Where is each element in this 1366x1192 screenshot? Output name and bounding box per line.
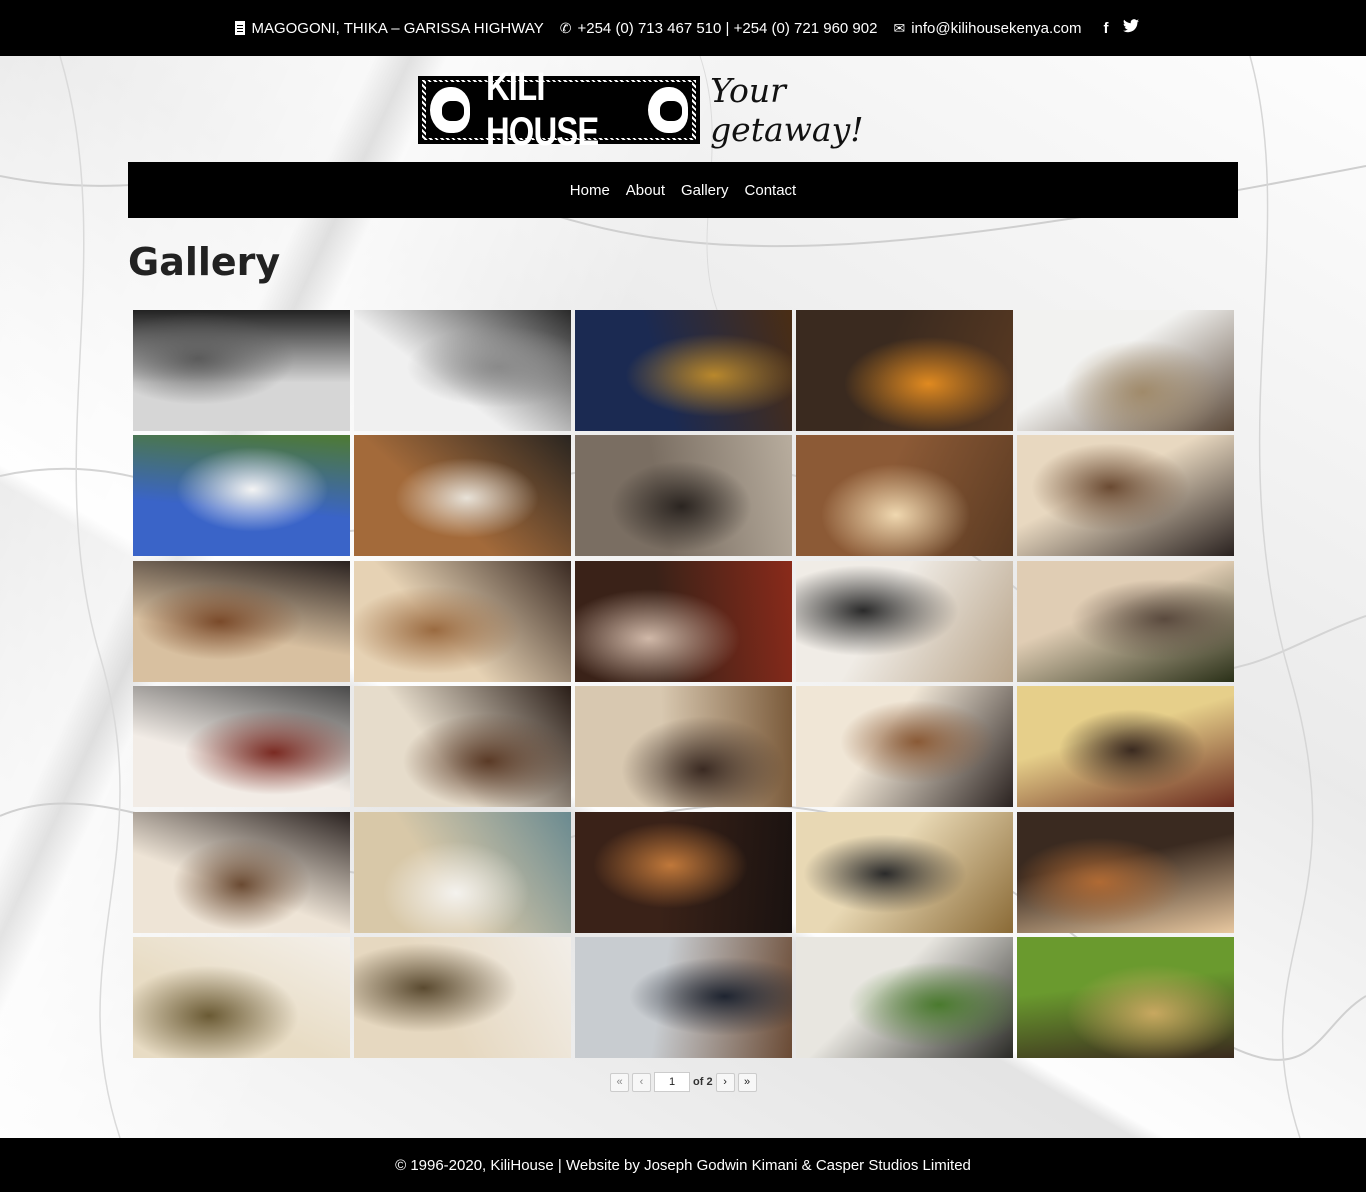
gallery-thumbnail[interactable] <box>575 811 792 933</box>
building-icon <box>235 21 246 35</box>
site-footer: © 1996-2020, KiliHouse | Website by Jose… <box>0 1138 1366 1192</box>
footer-text: © 1996-2020, KiliHouse | Website by Jose… <box>395 1156 971 1174</box>
phone-icon: ✆ <box>559 19 572 36</box>
logo-badge: KILI HOUSE <box>418 65 701 154</box>
gallery-thumbnail[interactable] <box>575 936 792 1058</box>
main-nav: Home About Gallery Contact <box>128 162 1238 218</box>
envelope-icon: ✉ <box>893 19 906 36</box>
gallery-thumbnail[interactable] <box>1017 435 1234 557</box>
nav-gallery[interactable]: Gallery <box>681 182 729 199</box>
nav-about[interactable]: About <box>626 182 665 199</box>
gallery-thumbnail[interactable] <box>133 435 350 557</box>
gallery-grid <box>133 310 1234 1058</box>
gallery-thumbnail[interactable] <box>796 686 1013 808</box>
gallery-thumbnail[interactable] <box>354 310 571 431</box>
gallery-thumbnail[interactable] <box>796 936 1013 1058</box>
logo-tagline: Your getaway! <box>710 71 864 149</box>
nav-home[interactable]: Home <box>570 182 610 199</box>
gallery-thumbnail[interactable] <box>1017 560 1234 682</box>
phone-text[interactable]: +254 (0) 713 467 510 | +254 (0) 721 960 … <box>577 20 877 37</box>
first-page-button[interactable]: « <box>610 1072 629 1092</box>
gallery-thumbnail[interactable] <box>575 686 792 808</box>
page-title: Gallery <box>128 240 281 284</box>
gallery-pagination: « ‹ 1 of 2 › » <box>610 1072 760 1092</box>
prev-page-button[interactable]: ‹ <box>632 1072 651 1092</box>
gallery-thumbnail[interactable] <box>354 560 571 682</box>
gallery-thumbnail[interactable] <box>1017 811 1234 933</box>
gallery-thumbnail[interactable] <box>575 560 792 682</box>
logo-text: KILI HOUSE <box>486 65 599 154</box>
site-logo[interactable]: KILI HOUSE Your getaway! <box>418 65 930 154</box>
gallery-thumbnail[interactable] <box>575 310 792 431</box>
twitter-icon[interactable] <box>1122 19 1139 37</box>
gallery-thumbnail[interactable] <box>133 936 350 1058</box>
nav-contact[interactable]: Contact <box>745 182 797 199</box>
gallery-thumbnail[interactable] <box>354 686 571 808</box>
next-page-button[interactable]: › <box>715 1072 735 1092</box>
top-contact-bar: MAGOGONI, THIKA – GARISSA HIGHWAY ✆ +254… <box>0 0 1366 56</box>
email-link[interactable]: info@kilihousekenya.com <box>911 20 1081 37</box>
gallery-thumbnail[interactable] <box>1017 686 1234 808</box>
gallery-thumbnail[interactable] <box>796 560 1013 682</box>
lion-head-icon <box>647 87 689 133</box>
page-number-input[interactable]: 1 <box>654 1072 690 1092</box>
gallery-thumbnail[interactable] <box>796 811 1013 933</box>
lion-head-icon <box>430 87 471 133</box>
last-page-button[interactable]: » <box>737 1072 757 1092</box>
gallery-thumbnail[interactable] <box>354 811 571 933</box>
gallery-thumbnail[interactable] <box>1017 310 1234 431</box>
gallery-thumbnail[interactable] <box>796 435 1013 557</box>
phone-item[interactable]: ✆ +254 (0) 713 467 510 | +254 (0) 721 96… <box>560 20 878 37</box>
gallery-thumbnail[interactable] <box>575 435 792 557</box>
facebook-icon[interactable]: f <box>1104 20 1109 37</box>
gallery-thumbnail[interactable] <box>133 310 350 431</box>
gallery-thumbnail[interactable] <box>354 435 571 557</box>
gallery-thumbnail[interactable] <box>133 560 350 682</box>
gallery-thumbnail[interactable] <box>133 811 350 933</box>
gallery-thumbnail[interactable] <box>1017 936 1234 1058</box>
gallery-thumbnail[interactable] <box>796 310 1013 431</box>
address-item: MAGOGONI, THIKA – GARISSA HIGHWAY <box>235 19 544 37</box>
gallery-thumbnail[interactable] <box>133 686 350 808</box>
gallery-thumbnail[interactable] <box>354 936 571 1058</box>
page-count-label: of 2 <box>693 1076 713 1088</box>
address-text: MAGOGONI, THIKA – GARISSA HIGHWAY <box>251 19 544 37</box>
email-item[interactable]: ✉ info@kilihousekenya.com <box>893 20 1081 37</box>
